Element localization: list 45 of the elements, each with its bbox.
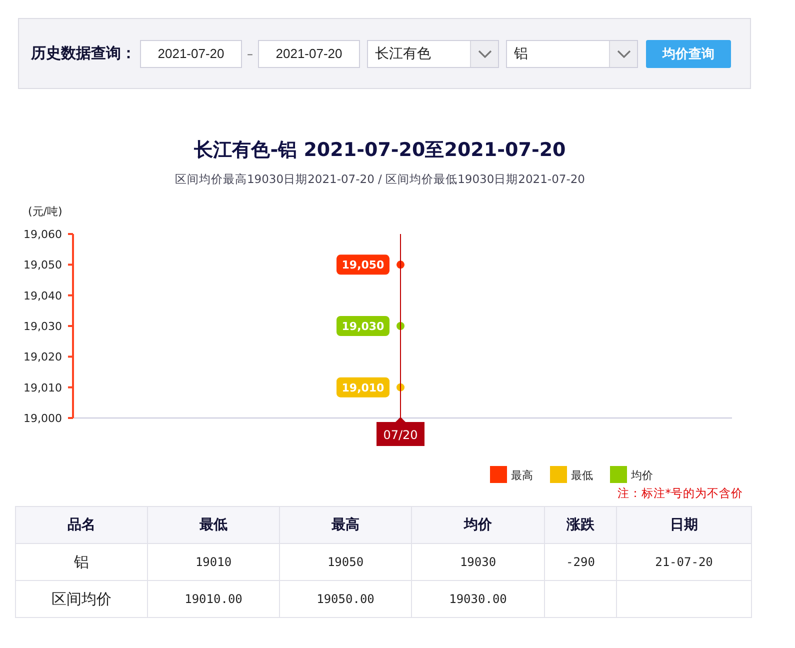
table-cell: 区间均价 bbox=[16, 580, 148, 618]
query-label: 历史数据查询： bbox=[31, 44, 136, 63]
y-axis-unit: (元/吨) bbox=[28, 205, 62, 218]
end-date-field[interactable]: 2021-07-20 bbox=[258, 40, 360, 68]
y-tick-label: 19,050 bbox=[24, 258, 62, 272]
legend-label: 最低 bbox=[571, 469, 593, 482]
chart-subtitle: 区间均价最高19030日期2021-07-20 / 区间均价最低19030日期2021-07-20 bbox=[174, 172, 586, 187]
column-header: 涨跌 bbox=[544, 506, 616, 544]
column-header: 最高 bbox=[280, 506, 412, 544]
data-label: 19,010 bbox=[336, 377, 390, 398]
y-tick-label: 19,060 bbox=[24, 228, 62, 241]
chart-title: 长江有色-铝 2021-07-20至2021-07-20 bbox=[193, 138, 567, 163]
table-cell: 19050.00 bbox=[280, 580, 412, 618]
column-header: 品名 bbox=[16, 506, 148, 544]
data-label: 19,050 bbox=[342, 258, 385, 272]
table-cell: 19050 bbox=[280, 544, 412, 580]
data-label: 19,030 bbox=[342, 320, 385, 333]
chevron-icon bbox=[616, 50, 630, 58]
table-cell: 19010.00 bbox=[148, 580, 280, 618]
data-label: 19,010 bbox=[342, 381, 385, 394]
y-tick-label: 19,020 bbox=[24, 350, 62, 364]
footnote: 注：标注*号的为不含价 bbox=[616, 486, 743, 501]
data-label: 19,030 bbox=[336, 316, 390, 336]
metal-dropdown[interactable]: 铝 bbox=[506, 40, 638, 68]
x-tick-label: 07/20 bbox=[383, 428, 418, 442]
market-dropdown[interactable]: 长江有色 bbox=[367, 40, 499, 68]
legend-label: 最高 bbox=[511, 469, 533, 482]
table-cell: -290 bbox=[544, 544, 616, 580]
y-tick-label: 19,030 bbox=[24, 320, 62, 333]
column-header: 均价 bbox=[412, 506, 544, 544]
column-header: 日期 bbox=[616, 506, 752, 544]
y-tick-label: 19,000 bbox=[24, 412, 62, 425]
table-cell: 21-07-20 bbox=[616, 544, 752, 580]
legend-label: 均价 bbox=[630, 469, 653, 482]
data-label: 19,050 bbox=[336, 254, 390, 275]
column-header: 最低 bbox=[148, 506, 280, 544]
chevron-icon bbox=[478, 50, 492, 58]
start-date-field[interactable]: 2021-07-20 bbox=[140, 40, 242, 68]
table-cell: 19010 bbox=[148, 544, 280, 580]
y-tick-label: 19,010 bbox=[24, 381, 62, 394]
table-cell: 19030 bbox=[412, 544, 544, 580]
table-cell: 19030.00 bbox=[412, 580, 544, 618]
date-separator: – bbox=[246, 46, 254, 60]
y-tick-label: 19,040 bbox=[24, 289, 62, 302]
table-cell: 铝 bbox=[16, 544, 148, 580]
